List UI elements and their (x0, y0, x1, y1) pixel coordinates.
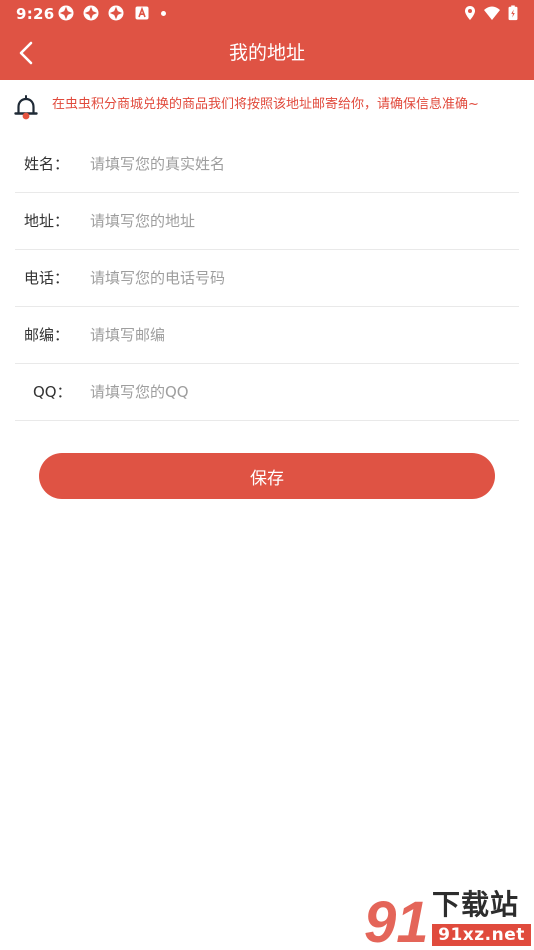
app-notification-icon (83, 5, 99, 21)
app-header: 9:26 我的地址 (0, 0, 534, 80)
watermark: 91 下载站 91xz.net (362, 888, 532, 948)
form-row-address: 地址： (15, 193, 519, 250)
postcode-label: 邮编： (24, 326, 70, 344)
app-notification-icon (58, 5, 74, 21)
bell-icon (14, 95, 38, 120)
phone-input[interactable] (90, 262, 510, 294)
font-a-icon (135, 6, 149, 20)
address-input[interactable] (90, 205, 510, 237)
watermark-url: 91xz.net (432, 924, 531, 946)
postcode-input[interactable] (90, 319, 510, 351)
form-row-name: 姓名： (15, 136, 519, 193)
address-label: 地址： (24, 212, 70, 230)
qq-label: QQ： (33, 383, 72, 401)
watermark-logo-text: 91 (364, 890, 429, 948)
name-label: 姓名： (24, 155, 70, 173)
phone-label: 电话： (24, 269, 70, 287)
page-title: 我的地址 (228, 42, 305, 64)
form-row-phone: 电话： (15, 250, 519, 307)
notice-text: 在虫虫积分商城兑换的商品我们将按照该地址邮寄给你，请确保信息准确~ (52, 97, 479, 112)
address-form: 姓名： 地址： 电话： 邮编： QQ： (15, 136, 519, 421)
form-row-qq: QQ： (15, 364, 519, 421)
battery-icon (508, 5, 518, 21)
status-bar: 9:26 (0, 0, 534, 28)
location-icon (465, 6, 475, 20)
wifi-icon (484, 6, 500, 20)
name-input[interactable] (90, 148, 510, 180)
save-button[interactable]: 保存 (39, 453, 495, 499)
app-notification-icon (108, 5, 124, 21)
form-row-postcode: 邮编： (15, 307, 519, 364)
qq-input[interactable] (90, 376, 510, 408)
watermark-logo: 91 (364, 890, 429, 948)
status-time: 9:26 (16, 5, 55, 23)
watermark-title: 下载站 (432, 888, 520, 921)
more-dot-icon (161, 11, 166, 16)
